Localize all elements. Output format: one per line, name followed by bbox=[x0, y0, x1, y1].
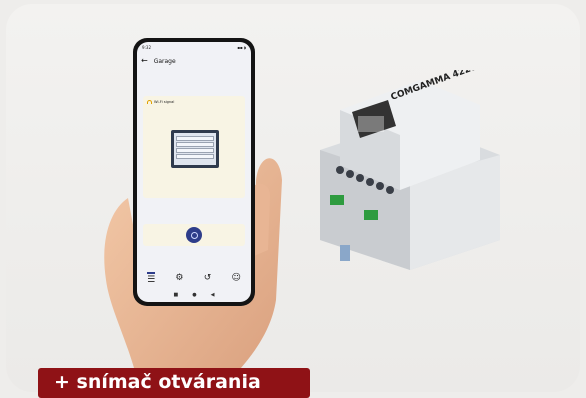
phone-screen: 9:32 ▪▪ ◗ ← Garage Wi-Fi signal ☰ ⚙ ↺ ☺ … bbox=[137, 42, 251, 302]
feature-banner: + snímač otvárania bbox=[38, 368, 310, 398]
wifi-indicator: Wi-Fi signal bbox=[147, 100, 174, 104]
smartphone: 9:32 ▪▪ ◗ ← Garage Wi-Fi signal ☰ ⚙ ↺ ☺ … bbox=[133, 38, 255, 306]
garage-door-icon bbox=[171, 130, 219, 168]
back-arrow-icon[interactable]: ← bbox=[141, 57, 148, 65]
sliders-icon[interactable]: ☰ bbox=[147, 271, 156, 285]
power-button[interactable] bbox=[186, 227, 202, 243]
garage-status-card: Wi-Fi signal bbox=[143, 96, 245, 198]
wifi-label: Wi-Fi signal bbox=[154, 100, 175, 104]
status-icons: ▪▪ ◗ bbox=[237, 45, 246, 50]
recents-button[interactable]: ■ bbox=[174, 292, 179, 298]
din-rail-controller-image: COMGAMMA 4220 bbox=[320, 70, 500, 270]
home-button[interactable]: ● bbox=[192, 292, 196, 298]
users-icon[interactable]: ☺ bbox=[231, 273, 240, 283]
app-bar: ← Garage bbox=[137, 54, 251, 68]
status-bar: 9:32 ▪▪ ◗ bbox=[137, 42, 251, 52]
gear-icon[interactable]: ⚙ bbox=[175, 273, 183, 283]
page-title: Garage bbox=[153, 57, 176, 65]
wifi-icon bbox=[147, 100, 152, 104]
bottom-nav: ☰ ⚙ ↺ ☺ bbox=[137, 268, 251, 288]
system-nav: ■ ● ◀ bbox=[137, 290, 251, 300]
back-button[interactable]: ◀ bbox=[211, 292, 215, 298]
power-icon bbox=[190, 231, 198, 239]
control-card bbox=[143, 224, 245, 246]
status-time: 9:32 bbox=[142, 45, 151, 50]
history-icon[interactable]: ↺ bbox=[204, 273, 212, 283]
